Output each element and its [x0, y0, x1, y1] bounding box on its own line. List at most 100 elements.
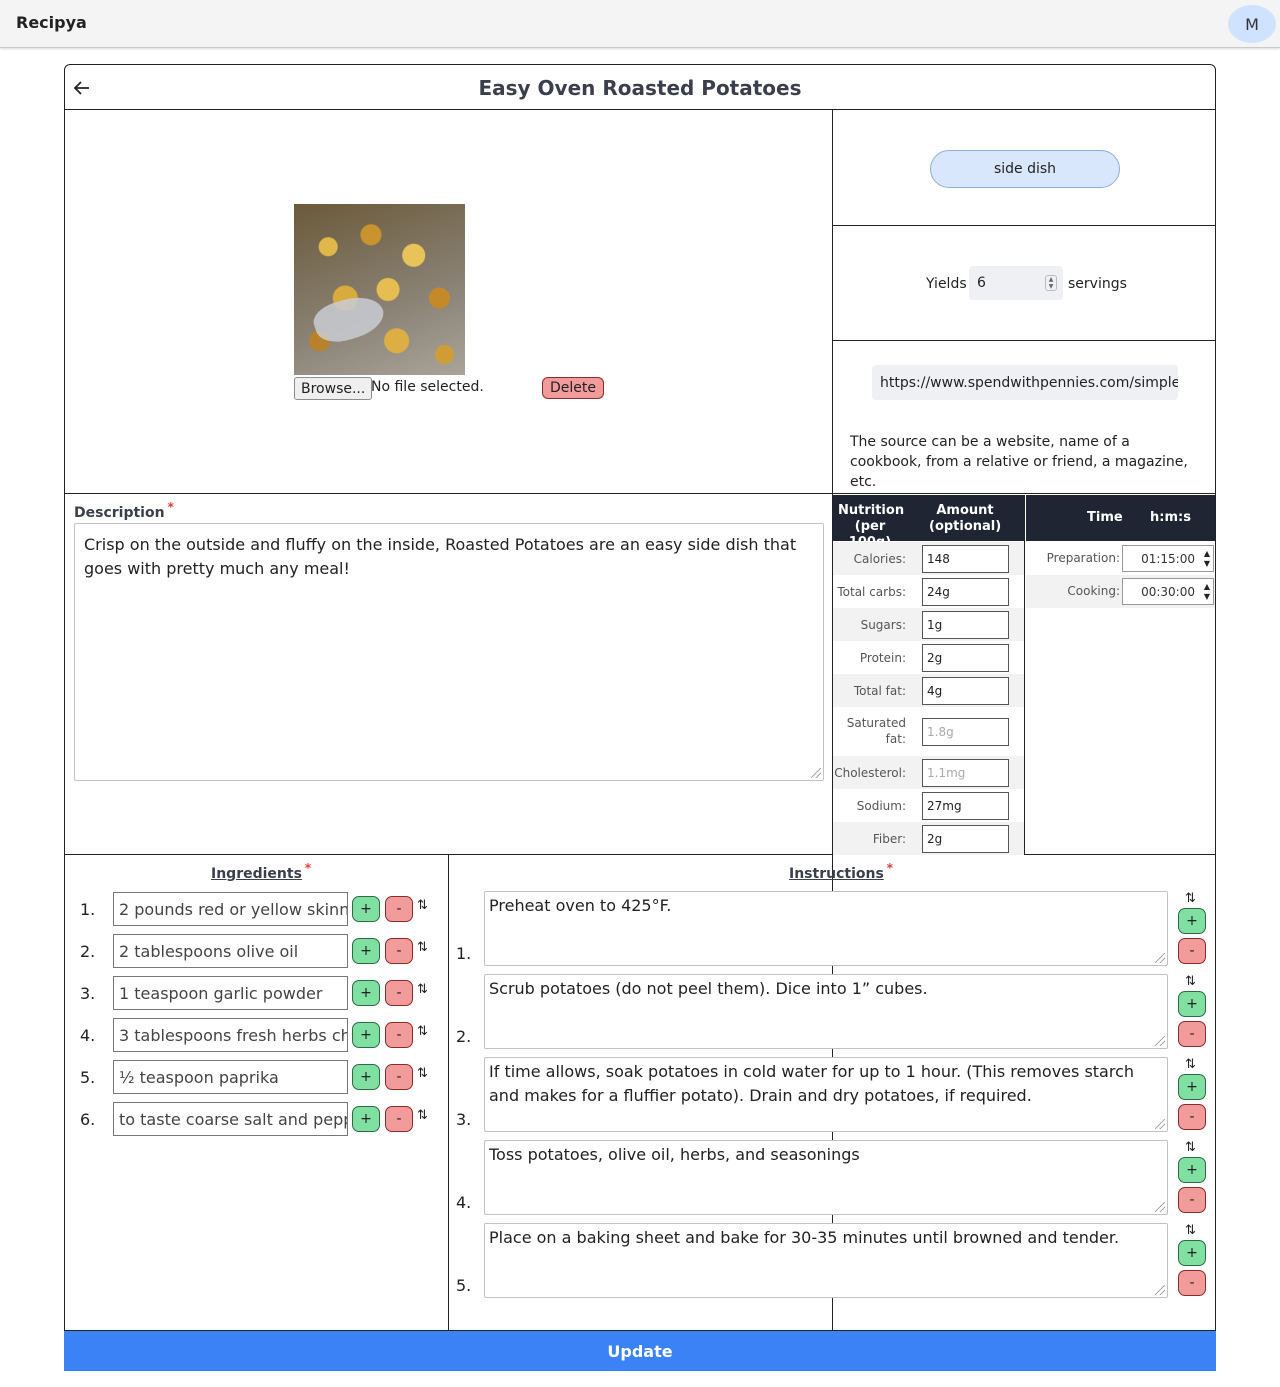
time-input[interactable]: 00:30:00 ▲ ▼ [1122, 578, 1214, 605]
time-row: Preparation: 01:15:00 ▲ ▼ [1026, 542, 1215, 575]
servings-label: servings [1068, 276, 1127, 292]
add-instruction-button[interactable]: + [1178, 1157, 1206, 1183]
nutrition-label: Calories: [853, 552, 906, 566]
nutrition-input[interactable]: 1g [922, 610, 1009, 639]
remove-ingredient-button[interactable]: - [385, 980, 413, 1006]
title-row: Easy Oven Roasted Potatoes [65, 65, 1215, 110]
reorder-icon[interactable]: ⇅ [1185, 1140, 1196, 1155]
instruction-textarea[interactable]: Place on a baking sheet and bake for 30-… [484, 1223, 1168, 1298]
reorder-icon[interactable]: ⇅ [417, 982, 428, 997]
nutrition-input[interactable]: 148 [922, 544, 1009, 573]
instruction-textarea[interactable]: Toss potatoes, olive oil, herbs, and sea… [484, 1140, 1168, 1215]
add-ingredient-button[interactable]: + [352, 1022, 380, 1048]
yields-input[interactable]: 6 ▲ ▼ [969, 266, 1063, 300]
description-textarea[interactable]: Crisp on the outside and fluffy on the i… [74, 523, 824, 781]
resize-grip-icon[interactable] [1155, 1036, 1165, 1046]
reorder-icon[interactable]: ⇅ [417, 898, 428, 913]
time-input[interactable]: 01:15:00 ▲ ▼ [1122, 545, 1214, 572]
spatula-image-detail [309, 289, 389, 349]
stepper-icon[interactable]: ▲ ▼ [1204, 549, 1210, 569]
category-tag[interactable]: side dish [930, 150, 1120, 188]
reorder-icon[interactable]: ⇅ [417, 1108, 428, 1123]
app-bar: Recipya M [0, 0, 1280, 48]
nutrition-input[interactable]: 1.8g [922, 717, 1009, 746]
nutrition-input[interactable]: 2g [922, 643, 1009, 672]
time-label: Cooking: [1067, 584, 1120, 598]
instruction-textarea[interactable]: Scrub potatoes (do not peel them). Dice … [484, 974, 1168, 1049]
nutrition-row: Cholesterol: 1.1mg [833, 756, 1024, 789]
add-instruction-button[interactable]: + [1178, 1240, 1206, 1266]
remove-instruction-button[interactable]: - [1178, 1270, 1206, 1296]
add-instruction-button[interactable]: + [1178, 1074, 1206, 1100]
resize-grip-icon[interactable] [811, 768, 821, 778]
reorder-icon[interactable]: ⇅ [417, 1066, 428, 1081]
resize-grip-icon[interactable] [1155, 1119, 1165, 1129]
reorder-icon[interactable]: ⇅ [1185, 974, 1196, 989]
reorder-icon[interactable]: ⇅ [417, 940, 428, 955]
ingredient-input[interactable]: ½ teaspoon paprika [113, 1060, 348, 1094]
ingredient-input[interactable]: 3 tablespoons fresh herbs chopped [113, 1018, 348, 1052]
divider [448, 855, 449, 1331]
reorder-icon[interactable]: ⇅ [1185, 1223, 1196, 1238]
divider [833, 225, 1215, 226]
remove-ingredient-button[interactable]: - [385, 1064, 413, 1090]
nutrition-row: Saturated fat: 1.8g [833, 707, 1024, 756]
divider [65, 493, 1215, 494]
nutrition-row: Protein: 2g [833, 641, 1024, 674]
ingredient-input[interactable]: 2 pounds red or yellow skinned [113, 892, 348, 926]
nutrition-input[interactable]: 4g [922, 676, 1009, 705]
ingredient-input[interactable]: 1 teaspoon garlic powder [113, 976, 348, 1010]
nutrition-label: Sodium: [856, 799, 906, 813]
file-status: No file selected. [371, 379, 484, 395]
instruction-textarea[interactable]: If time allows, soak potatoes in cold wa… [484, 1057, 1168, 1132]
remove-ingredient-button[interactable]: - [385, 896, 413, 922]
resize-grip-icon[interactable] [1155, 1202, 1165, 1212]
reorder-icon[interactable]: ⇅ [1185, 1057, 1196, 1072]
remove-instruction-button[interactable]: - [1178, 1021, 1206, 1047]
resize-grip-icon[interactable] [1155, 1285, 1165, 1295]
reorder-icon[interactable]: ⇅ [417, 1024, 428, 1039]
add-ingredient-button[interactable]: + [352, 1106, 380, 1132]
remove-instruction-button[interactable]: - [1178, 938, 1206, 964]
instruction-text: Scrub potatoes (do not peel them). Dice … [489, 979, 928, 998]
instruction-textarea[interactable]: Preheat oven to 425°F. [484, 891, 1168, 966]
page-title: Easy Oven Roasted Potatoes [478, 76, 802, 100]
nutrition-input[interactable]: 24g [922, 577, 1009, 606]
source-input[interactable]: https://www.spendwithpennies.com/simple- [872, 365, 1178, 400]
brand-logo[interactable]: Recipya [16, 13, 87, 32]
yields-value: 6 [977, 275, 986, 291]
add-ingredient-button[interactable]: + [352, 938, 380, 964]
add-ingredient-button[interactable]: + [352, 1064, 380, 1090]
ingredient-input[interactable]: to taste coarse salt and pepper [113, 1102, 348, 1136]
nutrition-row: Fiber: 2g [833, 822, 1024, 855]
resize-grip-icon[interactable] [1155, 953, 1165, 963]
nutrition-row: Calories: 148 [833, 542, 1024, 575]
instruction-text: Place on a baking sheet and bake for 30-… [489, 1228, 1120, 1247]
time-row: Cooking: 00:30:00 ▲ ▼ [1026, 575, 1215, 608]
add-instruction-button[interactable]: + [1178, 908, 1206, 934]
remove-ingredient-button[interactable]: - [385, 1022, 413, 1048]
add-ingredient-button[interactable]: + [352, 896, 380, 922]
stepper-icon[interactable]: ▲ ▼ [1204, 582, 1210, 602]
nutrition-input[interactable]: 1.1mg [922, 758, 1009, 787]
instruction-number: 4. [456, 1193, 472, 1212]
delete-image-button[interactable]: Delete [542, 377, 604, 399]
browse-button[interactable]: Browse... [294, 377, 373, 400]
ingredient-input[interactable]: 2 tablespoons olive oil [113, 934, 348, 968]
remove-ingredient-button[interactable]: - [385, 938, 413, 964]
instruction-number: 5. [456, 1276, 472, 1295]
update-button[interactable]: Update [64, 1331, 1216, 1371]
source-help-text: The source can be a website, name of a c… [850, 434, 1188, 490]
nutrition-row: Total fat: 4g [833, 674, 1024, 707]
add-ingredient-button[interactable]: + [352, 980, 380, 1006]
nutrition-input[interactable]: 27mg [922, 791, 1009, 820]
stepper-icon[interactable]: ▲ ▼ [1045, 275, 1057, 291]
remove-instruction-button[interactable]: - [1178, 1187, 1206, 1213]
remove-ingredient-button[interactable]: - [385, 1106, 413, 1132]
add-instruction-button[interactable]: + [1178, 991, 1206, 1017]
nutrition-input[interactable]: 2g [922, 824, 1009, 853]
avatar[interactable]: M [1228, 5, 1276, 43]
reorder-icon[interactable]: ⇅ [1185, 891, 1196, 906]
nutrition-label: Total carbs: [837, 585, 906, 599]
remove-instruction-button[interactable]: - [1178, 1104, 1206, 1130]
